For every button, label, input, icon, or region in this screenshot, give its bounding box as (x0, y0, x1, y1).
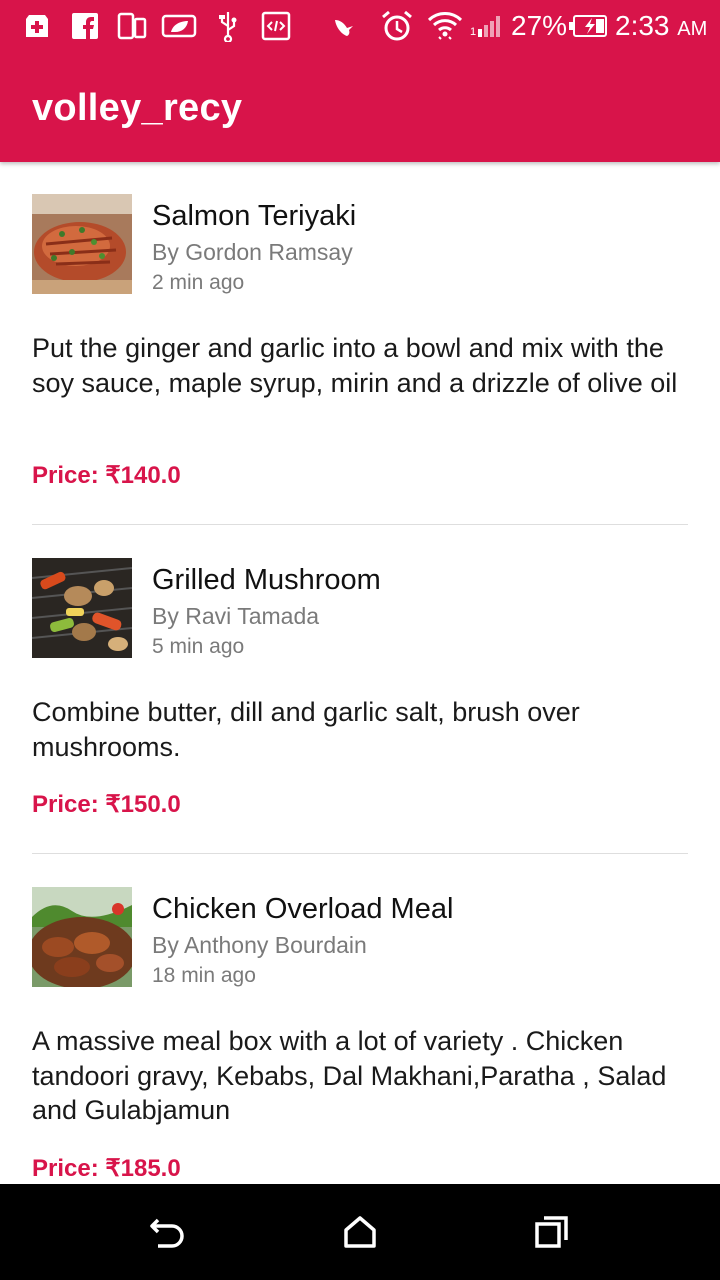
recipe-author: By Anthony Bourdain (152, 932, 367, 958)
recipe-time: 18 min ago (152, 964, 256, 987)
clock-ampm: AM (677, 18, 708, 40)
facebook-icon (70, 10, 100, 42)
recipe-title: Grilled Mushroom (152, 564, 381, 596)
recipe-card[interactable]: Chicken Overload Meal By Anthony Bourdai… (0, 855, 720, 1184)
battery-charging-icon (568, 10, 608, 42)
recipe-description: A massive meal box with a lot of variety… (32, 1026, 667, 1125)
recipe-author: By Gordon Ramsay (152, 239, 353, 265)
clock-time: 2:33 (615, 10, 670, 41)
recents-icon[interactable] (528, 1208, 576, 1256)
recipe-price: Price: ₹185.0 (32, 1155, 181, 1182)
signal-icon: 1 (470, 10, 504, 42)
svg-text:1: 1 (470, 26, 476, 38)
medical-plus-icon (22, 10, 52, 42)
recipe-author: By Ravi Tamada (152, 603, 320, 629)
code-icon (260, 10, 292, 42)
recipe-price: Price: ₹150.0 (32, 791, 181, 818)
alarm-icon (380, 10, 414, 42)
recipe-description: Put the ginger and garlic into a bowl an… (32, 333, 678, 398)
usb-icon (214, 10, 242, 42)
battery-percent: 27% (511, 10, 568, 41)
recipe-thumbnail (32, 194, 132, 294)
recipe-thumbnail (32, 558, 132, 658)
clock: 2:33 AM (615, 8, 707, 47)
recipe-thumbnail (32, 887, 132, 987)
recipe-time: 5 min ago (152, 635, 245, 658)
divider (32, 853, 688, 854)
app-bar: 1 27% 2:33 AM volley_recy (0, 0, 720, 162)
navigation-bar (0, 1184, 720, 1280)
wifi-icon (426, 10, 464, 42)
back-icon[interactable] (144, 1208, 192, 1256)
recipe-card[interactable]: Salmon Teriyaki By Gordon Ramsay 2 min a… (0, 162, 720, 526)
recipe-card[interactable]: Grilled Mushroom By Ravi Tamada 5 min ag… (0, 526, 720, 855)
divider (32, 524, 688, 525)
recipe-title: Chicken Overload Meal (152, 893, 454, 925)
leaf-icon (160, 10, 198, 42)
bird-icon (332, 10, 358, 42)
recipe-title: Salmon Teriyaki (152, 200, 357, 232)
home-icon[interactable] (336, 1208, 384, 1256)
phone-tablet-icon (116, 10, 148, 42)
recipe-list[interactable]: Salmon Teriyaki By Gordon Ramsay 2 min a… (0, 162, 720, 1184)
toolbar-title: volley_recy (32, 87, 243, 129)
status-bar: 1 27% 2:33 AM (0, 0, 720, 52)
recipe-time: 2 min ago (152, 271, 245, 294)
recipe-description: Combine butter, dill and garlic salt, br… (32, 697, 580, 762)
recipe-price: Price: ₹140.0 (32, 462, 181, 489)
